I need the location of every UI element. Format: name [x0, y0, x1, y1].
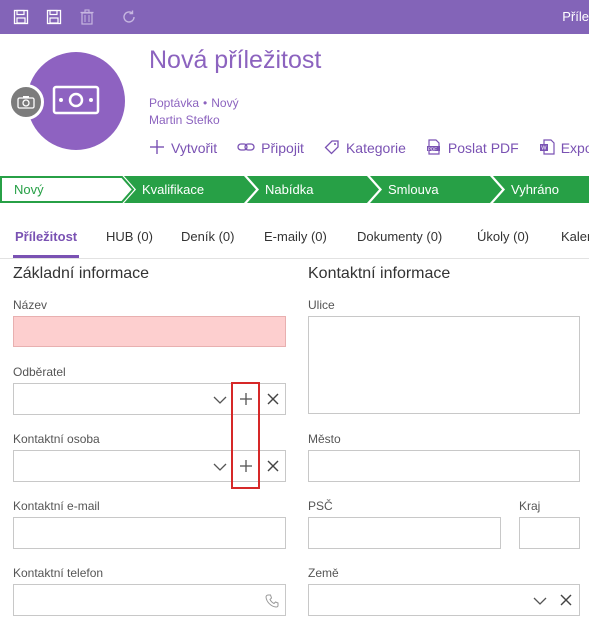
chevron-down-icon[interactable]	[532, 593, 548, 609]
tab-journal[interactable]: Deník (0)	[181, 229, 234, 244]
opportunity-status: Nový	[211, 96, 239, 110]
page-title: Nová příležitost	[149, 46, 322, 74]
region-input[interactable]	[519, 517, 580, 549]
city-label: Město	[308, 432, 341, 446]
chevron-down-icon[interactable]	[212, 392, 228, 408]
zip-label: PSČ	[308, 499, 333, 513]
tab-documents[interactable]: Dokumenty (0)	[357, 229, 442, 244]
clear-country-close-icon[interactable]	[558, 592, 574, 608]
category-button[interactable]: Kategorie	[324, 138, 406, 158]
opportunity-type: Poptávka	[149, 96, 200, 110]
tab-hub[interactable]: HUB (0)	[106, 229, 153, 244]
owner-name: Martin Stefko	[149, 113, 220, 127]
highlight-box	[231, 382, 260, 489]
link-icon	[237, 140, 261, 157]
name-label: Název	[13, 298, 48, 312]
country-select[interactable]	[308, 584, 580, 616]
top-toolbar: Příle	[0, 0, 589, 34]
tab-tasks[interactable]: Úkoly (0)	[477, 229, 529, 244]
save-icon[interactable]	[45, 8, 63, 26]
export-button-label: Expo	[560, 140, 589, 156]
refresh-icon[interactable]	[120, 8, 138, 26]
city-input[interactable]	[308, 450, 580, 482]
pdf-icon: PDF	[426, 138, 448, 158]
street-textarea[interactable]	[308, 316, 580, 414]
phone-icon[interactable]	[264, 593, 280, 609]
chevron-down-icon[interactable]	[212, 459, 228, 475]
stage-offer[interactable]: Nabídka	[265, 176, 313, 203]
street-label: Ulice	[308, 298, 335, 312]
export-icon: W	[539, 138, 561, 158]
region-label: Kraj	[519, 499, 541, 513]
separator-dot: •	[203, 96, 208, 110]
name-input[interactable]	[13, 316, 286, 347]
category-button-label: Kategorie	[345, 140, 406, 156]
contact-phone-input[interactable]	[13, 584, 286, 616]
window-title: Příle	[562, 9, 589, 24]
tab-bar: Příležitost HUB (0) Deník (0) E-maily (0…	[0, 222, 589, 258]
send-pdf-button-label: Poslat PDF	[447, 140, 519, 156]
stage-won[interactable]: Vyhráno	[511, 176, 559, 203]
export-button[interactable]: W Expo	[539, 138, 589, 158]
country-label: Země	[308, 566, 339, 580]
money-icon	[52, 85, 100, 118]
tab-opportunity[interactable]: Příležitost	[15, 229, 77, 244]
plus-icon	[149, 139, 171, 158]
clear-contact-close-icon[interactable]	[265, 458, 281, 474]
subtitle-line: Poptávka • Nový	[149, 96, 239, 110]
send-pdf-button[interactable]: PDF Poslat PDF	[426, 138, 519, 158]
svg-text:PDF: PDF	[428, 146, 437, 151]
save-close-icon[interactable]	[12, 8, 30, 26]
create-button[interactable]: Vytvořit	[149, 138, 217, 158]
attach-button[interactable]: Připojit	[237, 138, 304, 158]
zip-input[interactable]	[308, 517, 501, 549]
stage-contract[interactable]: Smlouva	[388, 176, 439, 203]
camera-icon[interactable]	[8, 84, 44, 120]
tab-divider	[0, 258, 589, 259]
contact-info-heading: Kontaktní informace	[308, 265, 451, 282]
contact-email-input[interactable]	[13, 517, 286, 549]
delete-icon[interactable]	[78, 8, 96, 26]
svg-text:W: W	[541, 145, 547, 151]
clear-customer-close-icon[interactable]	[265, 391, 281, 407]
customer-label: Odběratel	[13, 365, 66, 379]
contact-phone-label: Kontaktní telefon	[13, 566, 104, 580]
attach-button-label: Připojit	[261, 140, 304, 156]
stage-new[interactable]: Nový	[14, 176, 44, 203]
contact-person-label: Kontaktní osoba	[13, 432, 100, 446]
tab-calendar[interactable]: Kaler	[561, 229, 589, 244]
basic-info-heading: Základní informace	[13, 265, 150, 282]
stage-bar: Nový Kvalifikace Nabídka Smlouva Vyhráno	[0, 176, 589, 203]
tab-emails[interactable]: E-maily (0)	[264, 229, 327, 244]
action-bar: Vytvořit Připojit Kategorie PDF Poslat P…	[149, 138, 589, 158]
contact-email-label: Kontaktní e-mail	[13, 499, 100, 513]
create-button-label: Vytvořit	[171, 140, 218, 156]
tag-icon	[324, 139, 346, 158]
stage-qualification[interactable]: Kvalifikace	[142, 176, 204, 203]
